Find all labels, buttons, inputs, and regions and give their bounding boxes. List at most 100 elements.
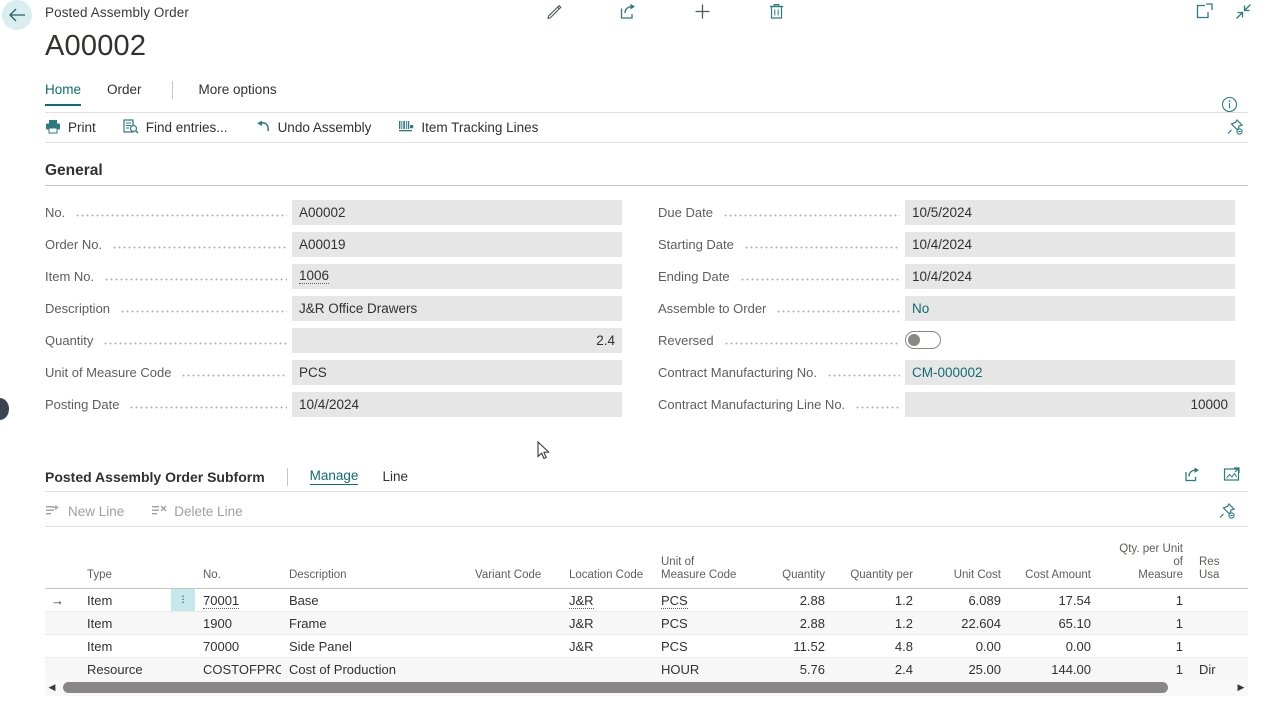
new-icon[interactable] bbox=[693, 2, 712, 26]
cell-resource-usage-type[interactable] bbox=[1191, 612, 1248, 635]
cell-quantity[interactable]: 11.52 bbox=[745, 635, 833, 658]
cell-quantity-per[interactable]: 4.8 bbox=[833, 635, 921, 658]
scroll-left-arrow[interactable]: ◀ bbox=[45, 682, 59, 693]
cell-location-code[interactable]: J&R bbox=[561, 635, 653, 658]
grid-header-no[interactable]: No. bbox=[195, 540, 281, 589]
field-value-item-no[interactable]: 1006 bbox=[292, 264, 622, 289]
cell-no[interactable]: 70000 bbox=[195, 635, 281, 658]
cell-quantity-per[interactable]: 1.2 bbox=[833, 612, 921, 635]
grid-header-variant-code[interactable]: Variant Code bbox=[467, 540, 561, 589]
field-value-contract-manufacturing-line-no[interactable]: 10000 bbox=[905, 392, 1235, 417]
cell-location-code[interactable]: J&R bbox=[561, 589, 653, 612]
find-entries-button[interactable]: Find entries... bbox=[123, 119, 228, 137]
cell-quantity[interactable]: 2.88 bbox=[745, 589, 833, 612]
cell-no[interactable]: 1900 bbox=[195, 612, 281, 635]
table-row[interactable]: Item70000Side PanelJ&RPCS11.524.80.000.0… bbox=[45, 635, 1248, 658]
grid-header-quantity[interactable]: Quantity bbox=[745, 540, 833, 589]
horizontal-scrollbar[interactable]: ◀ ▶ bbox=[45, 678, 1248, 696]
undo-assembly-button[interactable]: Undo Assembly bbox=[255, 119, 372, 137]
field-value-no[interactable]: A00002 bbox=[292, 200, 622, 225]
cell-description[interactable]: Frame bbox=[281, 612, 467, 635]
cell-unit-cost[interactable]: 6.089 bbox=[921, 589, 1009, 612]
cell-qty-per-unit-of-measure[interactable]: 1 bbox=[1099, 635, 1191, 658]
new-line-button[interactable]: New Line bbox=[45, 503, 124, 521]
share-icon[interactable] bbox=[1184, 466, 1201, 488]
cell-location-code[interactable]: J&R bbox=[561, 612, 653, 635]
field-value-description[interactable]: J&R Office Drawers bbox=[292, 296, 622, 321]
cell-no[interactable]: 70001 bbox=[195, 589, 281, 612]
field-label: Starting Date bbox=[658, 237, 739, 252]
grid-header-description[interactable]: Description bbox=[281, 540, 467, 589]
field-value-starting-date[interactable]: 10/4/2024 bbox=[905, 232, 1235, 257]
cell-cost-amount[interactable]: 17.54 bbox=[1009, 589, 1099, 612]
cell-unit-of-measure-code[interactable]: PCS bbox=[653, 635, 745, 658]
cell-qty-per-unit-of-measure[interactable]: 1 bbox=[1099, 589, 1191, 612]
field-value-due-date[interactable]: 10/5/2024 bbox=[905, 200, 1235, 225]
cell-type[interactable]: Item bbox=[79, 612, 171, 635]
table-row[interactable]: →Item···70001BaseJ&RPCS2.881.26.08917.54… bbox=[45, 589, 1248, 612]
grid-header-quantity-per[interactable]: Quantity per bbox=[833, 540, 921, 589]
row-menu-button[interactable] bbox=[171, 612, 195, 635]
grid-header-unit-of-measure-code[interactable]: Unit of Measure Code bbox=[653, 540, 745, 589]
scroll-right-arrow[interactable]: ▶ bbox=[1234, 682, 1248, 693]
delete-icon[interactable] bbox=[767, 2, 786, 26]
delete-line-button[interactable]: Delete Line bbox=[151, 503, 242, 521]
grid-header-unit-cost[interactable]: Unit Cost bbox=[921, 540, 1009, 589]
subform-tab-manage[interactable]: Manage bbox=[310, 468, 359, 485]
field-leader-dots bbox=[103, 334, 287, 347]
cell-cost-amount[interactable]: 65.10 bbox=[1009, 612, 1099, 635]
cell-type[interactable]: Item bbox=[79, 635, 171, 658]
cell-quantity-per[interactable]: 1.2 bbox=[833, 589, 921, 612]
grid-header-cost-amount[interactable]: Cost Amount bbox=[1009, 540, 1099, 589]
scrollbar-thumb[interactable] bbox=[63, 682, 1168, 693]
open-in-new-window-icon[interactable] bbox=[1196, 3, 1213, 25]
toggle-reversed[interactable] bbox=[905, 331, 941, 349]
field-value-assemble-to-order[interactable]: No bbox=[905, 296, 1235, 321]
cell-variant-code[interactable] bbox=[467, 589, 561, 612]
cell-description[interactable]: Base bbox=[281, 589, 467, 612]
field-value-posting-date[interactable]: 10/4/2024 bbox=[292, 392, 622, 417]
subform-tab-line[interactable]: Line bbox=[382, 469, 408, 484]
field-value-contract-manufacturing-no[interactable]: CM-000002 bbox=[905, 360, 1235, 385]
cell-qty-per-unit-of-measure[interactable]: 1 bbox=[1099, 612, 1191, 635]
cell-variant-code[interactable] bbox=[467, 612, 561, 635]
table-row[interactable]: Item 1900Frame J&RPCS2.881.222.60465.101 bbox=[45, 612, 1248, 635]
cell-quantity[interactable]: 2.88 bbox=[745, 612, 833, 635]
collapse-icon[interactable] bbox=[1235, 3, 1252, 25]
edit-icon[interactable] bbox=[545, 2, 564, 26]
cell-unit-cost[interactable]: 0.00 bbox=[921, 635, 1009, 658]
scrollbar-track[interactable] bbox=[59, 682, 1234, 693]
cell-unit-of-measure-code[interactable]: PCS bbox=[653, 612, 745, 635]
expand-icon[interactable] bbox=[1223, 466, 1240, 488]
grid-header-type[interactable]: Type bbox=[79, 540, 171, 589]
cell-resource-usage-type[interactable] bbox=[1191, 635, 1248, 658]
cell-unit-of-measure-code[interactable]: PCS bbox=[653, 589, 745, 612]
field-value-quantity[interactable]: 2.4 bbox=[292, 328, 622, 353]
row-menu-button[interactable] bbox=[171, 635, 195, 658]
nav-handle[interactable] bbox=[0, 398, 9, 420]
cell-type[interactable]: Item bbox=[79, 589, 171, 612]
action-ribbon: Print Find entries... Undo Assembly bbox=[45, 113, 1248, 143]
print-button[interactable]: Print bbox=[45, 119, 96, 137]
tab-home[interactable]: Home bbox=[45, 80, 81, 106]
cell-unit-cost[interactable]: 22.604 bbox=[921, 612, 1009, 635]
field-value-unit-of-measure-code[interactable]: PCS bbox=[292, 360, 622, 385]
tab-more-options[interactable]: More options bbox=[199, 80, 277, 104]
row-menu-button[interactable]: ··· bbox=[171, 589, 195, 612]
cell-cost-amount[interactable]: 0.00 bbox=[1009, 635, 1099, 658]
pin-icon[interactable] bbox=[1218, 502, 1236, 525]
grid-header-location-code[interactable]: Location Code bbox=[561, 540, 653, 589]
back-arrow-icon[interactable] bbox=[2, 0, 32, 30]
breadcrumb[interactable]: Posted Assembly Order bbox=[45, 5, 189, 20]
pin-icon[interactable] bbox=[1226, 118, 1244, 141]
cell-description[interactable]: Side Panel bbox=[281, 635, 467, 658]
tab-order[interactable]: Order bbox=[107, 80, 142, 104]
field-value-ending-date[interactable]: 10/4/2024 bbox=[905, 264, 1235, 289]
cell-resource-usage-type[interactable] bbox=[1191, 589, 1248, 612]
share-icon[interactable] bbox=[619, 2, 638, 26]
field-value-order-no[interactable]: A00019 bbox=[292, 232, 622, 257]
grid-header-res-usa[interactable]: Res Usa bbox=[1191, 540, 1248, 589]
grid-header-qty-per-unit-of-measure[interactable]: Qty. per Unit of Measure bbox=[1099, 540, 1191, 589]
cell-variant-code[interactable] bbox=[467, 635, 561, 658]
item-tracking-lines-button[interactable]: Item Tracking Lines bbox=[398, 119, 538, 137]
